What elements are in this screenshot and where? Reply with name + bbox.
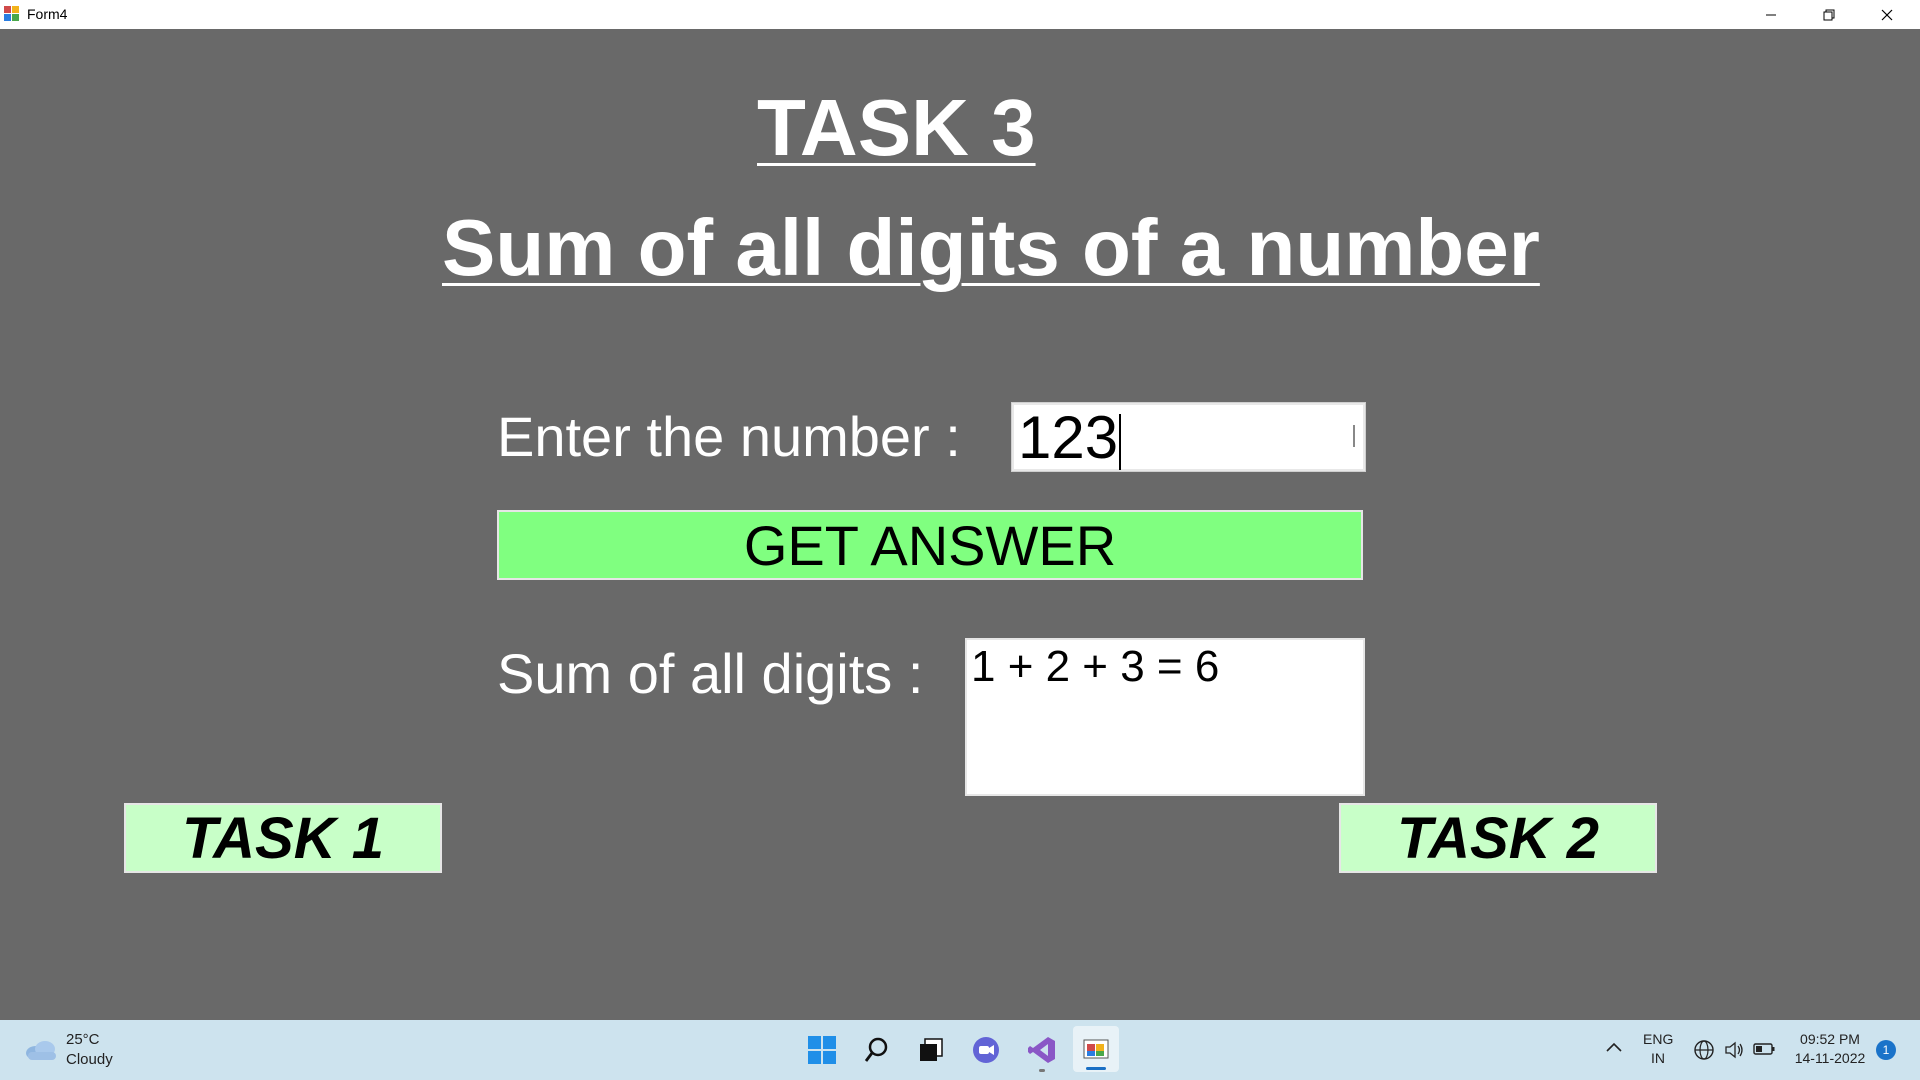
result-textbox[interactable]: 1 + 2 + 3 = 6 <box>965 638 1365 796</box>
restore-icon <box>1823 9 1835 20</box>
close-icon <box>1881 9 1893 20</box>
notification-badge[interactable]: 1 <box>1876 1040 1896 1060</box>
get-answer-button[interactable]: GET ANSWER <box>497 510 1363 580</box>
minimize-icon <box>1766 14 1776 15</box>
region-code: IN <box>1651 1050 1665 1066</box>
task1-button[interactable]: TASK 1 <box>124 803 442 873</box>
language-indicator[interactable]: ENG IN <box>1643 1030 1673 1068</box>
enter-number-label: Enter the number : <box>497 405 961 468</box>
window-title-bar[interactable]: Form4 <box>0 0 1920 29</box>
active-indicator <box>1086 1067 1106 1070</box>
cloud-icon <box>26 1041 56 1060</box>
network-icon[interactable] <box>1693 1039 1715 1066</box>
weather-widget[interactable]: 25°C Cloudy <box>24 1030 113 1070</box>
task-description: Sum of all digits of a number <box>442 203 1540 292</box>
clock-time: 09:52 PM <box>1800 1031 1860 1047</box>
running-indicator <box>1039 1069 1045 1072</box>
number-input-value: 123 <box>1018 404 1119 471</box>
close-button[interactable] <box>1858 0 1916 29</box>
text-caret <box>1119 414 1122 471</box>
chat-icon[interactable] <box>968 1032 1004 1068</box>
language-code: ENG <box>1643 1031 1674 1047</box>
task-heading: TASK 3 <box>757 83 1036 172</box>
visual-studio-icon[interactable] <box>1024 1032 1060 1072</box>
result-text: 1 + 2 + 3 = 6 <box>971 642 1220 691</box>
clock-date: 14-11-2022 <box>1794 1050 1866 1066</box>
restore-button[interactable] <box>1800 0 1858 29</box>
battery-icon[interactable] <box>1753 1041 1777 1062</box>
weather-temperature: 25°C <box>66 1031 100 1048</box>
task2-button[interactable]: TASK 2 <box>1339 803 1657 873</box>
window-title: Form4 <box>27 6 68 22</box>
form-app-icon[interactable] <box>1073 1026 1119 1072</box>
volume-icon[interactable] <box>1723 1039 1745 1066</box>
windows-start-icon[interactable] <box>804 1032 840 1068</box>
number-input[interactable]: 123 <box>1011 402 1366 472</box>
app-icon <box>4 6 20 22</box>
taskbar: 25°C Cloudy ENG IN 09:52 PM 14-11-2022 <box>0 1020 1920 1080</box>
clock[interactable]: 09:52 PM 14-11-2022 <box>1790 1030 1870 1068</box>
weather-condition: Cloudy <box>66 1051 113 1068</box>
task-view-icon[interactable] <box>913 1032 949 1068</box>
input-grip <box>1353 425 1355 447</box>
sum-label: Sum of all digits : <box>497 642 924 705</box>
search-icon[interactable] <box>859 1032 895 1068</box>
minimize-button[interactable] <box>1742 0 1800 29</box>
chevron-up-icon[interactable] <box>1605 1040 1623 1059</box>
